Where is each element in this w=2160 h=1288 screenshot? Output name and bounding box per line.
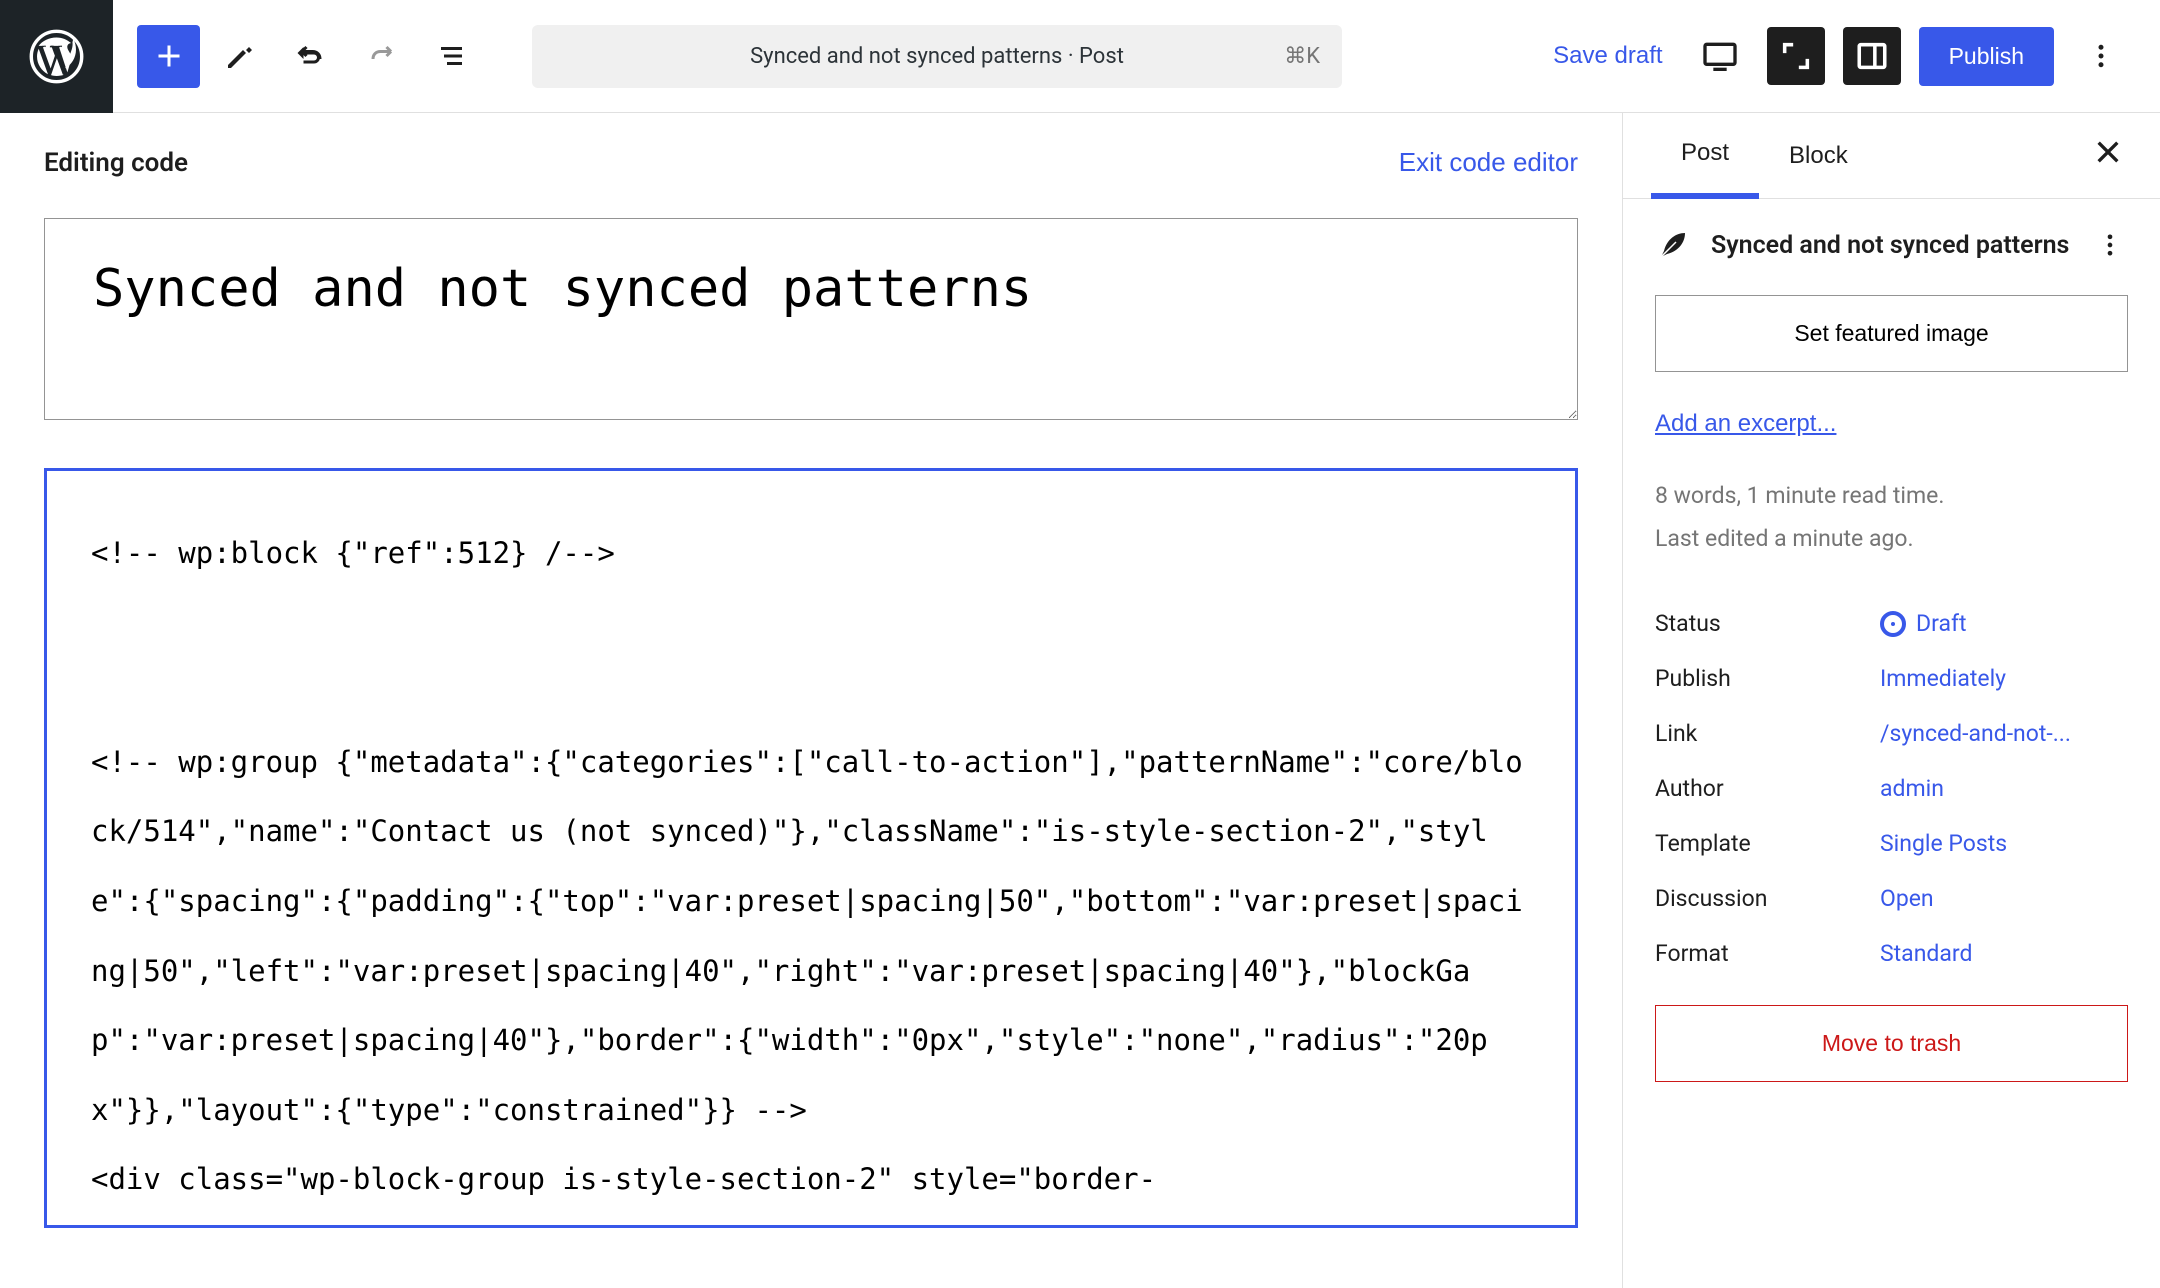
editor-area: Editing code Exit code editor <box>0 113 1622 1288</box>
publish-label: Publish <box>1655 665 1880 692</box>
discussion-label: Discussion <box>1655 885 1880 912</box>
topbar-controls: Synced and not synced patterns · Post ⌘K <box>113 25 1553 88</box>
close-icon <box>2092 136 2124 168</box>
zoom-out-button[interactable] <box>1767 27 1825 85</box>
sidebar-icon <box>1855 39 1889 73</box>
author-label: Author <box>1655 775 1880 802</box>
status-label: Status <box>1655 610 1880 637</box>
document-overview-button[interactable] <box>421 25 484 88</box>
publish-value[interactable]: Immediately <box>1880 665 2006 692</box>
status-dot-icon <box>1880 611 1906 637</box>
keyboard-shortcut: ⌘K <box>1284 44 1320 69</box>
tab-block[interactable]: Block <box>1759 116 1878 196</box>
settings-sidebar: Post Block Synced and not synced pattern… <box>1622 113 2160 1288</box>
discussion-value[interactable]: Open <box>1880 885 1934 912</box>
set-featured-image-button[interactable]: Set featured image <box>1655 295 2128 372</box>
status-value[interactable]: Draft <box>1880 610 1966 637</box>
template-row[interactable]: Template Single Posts <box>1655 816 2128 871</box>
format-value[interactable]: Standard <box>1880 940 1972 967</box>
save-draft-button[interactable]: Save draft <box>1553 42 1662 70</box>
template-value[interactable]: Single Posts <box>1880 830 2007 857</box>
close-sidebar-button[interactable] <box>2084 128 2132 184</box>
post-type-icon <box>1655 227 1691 267</box>
feather-icon <box>1655 227 1691 263</box>
document-bar[interactable]: Synced and not synced patterns · Post ⌘K <box>532 25 1342 88</box>
expand-icon <box>1779 39 1813 73</box>
document-bar-title: Synced and not synced patterns · Post <box>750 44 1124 69</box>
link-label: Link <box>1655 720 1880 747</box>
editing-code-label: Editing code <box>44 148 188 178</box>
post-code-textarea[interactable] <box>44 468 1578 1228</box>
word-count-text: 8 words, 1 minute read time. <box>1655 476 2128 515</box>
options-button[interactable] <box>2072 27 2130 85</box>
format-row[interactable]: Format Standard <box>1655 926 2128 981</box>
topbar-right: Save draft Publish <box>1553 27 2160 86</box>
wordpress-logo[interactable] <box>0 0 113 113</box>
sidebar-tabs: Post Block <box>1623 113 2160 199</box>
edit-button[interactable] <box>208 25 271 88</box>
undo-icon <box>293 38 329 74</box>
last-edited-text: Last edited a minute ago. <box>1655 519 2128 558</box>
post-actions-button[interactable] <box>2092 227 2128 266</box>
redo-icon <box>364 38 400 74</box>
pencil-icon <box>222 38 258 74</box>
meta-block: 8 words, 1 minute read time. Last edited… <box>1655 476 2128 558</box>
kebab-icon <box>2086 41 2116 71</box>
sidebar-content: Synced and not synced patterns Set featu… <box>1623 199 2160 1110</box>
undo-button[interactable] <box>279 25 342 88</box>
desktop-icon <box>1700 36 1740 76</box>
publish-row[interactable]: Publish Immediately <box>1655 651 2128 706</box>
sidebar-post-title: Synced and not synced patterns <box>1711 227 2072 265</box>
add-block-button[interactable] <box>137 25 200 88</box>
kebab-icon <box>2096 231 2124 259</box>
editor-header: Editing code Exit code editor <box>44 147 1578 178</box>
add-excerpt-link[interactable]: Add an excerpt... <box>1655 410 1836 438</box>
plus-icon <box>151 38 187 74</box>
tab-post[interactable]: Post <box>1651 113 1759 199</box>
link-value[interactable]: /synced-and-not-... <box>1880 720 2071 747</box>
publish-button[interactable]: Publish <box>1919 27 2054 86</box>
main: Editing code Exit code editor Post Block… <box>0 113 2160 1288</box>
post-title-input[interactable] <box>44 218 1578 420</box>
list-icon <box>435 38 471 74</box>
view-button[interactable] <box>1691 27 1749 85</box>
author-row[interactable]: Author admin <box>1655 761 2128 816</box>
settings-sidebar-button[interactable] <box>1843 27 1901 85</box>
format-label: Format <box>1655 940 1880 967</box>
move-to-trash-button[interactable]: Move to trash <box>1655 1005 2128 1082</box>
redo-button[interactable] <box>350 25 413 88</box>
template-label: Template <box>1655 830 1880 857</box>
discussion-row[interactable]: Discussion Open <box>1655 871 2128 926</box>
status-row[interactable]: Status Draft <box>1655 596 2128 651</box>
link-row[interactable]: Link /synced-and-not-... <box>1655 706 2128 761</box>
topbar: Synced and not synced patterns · Post ⌘K… <box>0 0 2160 113</box>
exit-code-editor-button[interactable]: Exit code editor <box>1399 147 1578 178</box>
author-value[interactable]: admin <box>1880 775 1944 802</box>
wordpress-icon <box>29 29 84 84</box>
post-header: Synced and not synced patterns <box>1655 227 2128 267</box>
